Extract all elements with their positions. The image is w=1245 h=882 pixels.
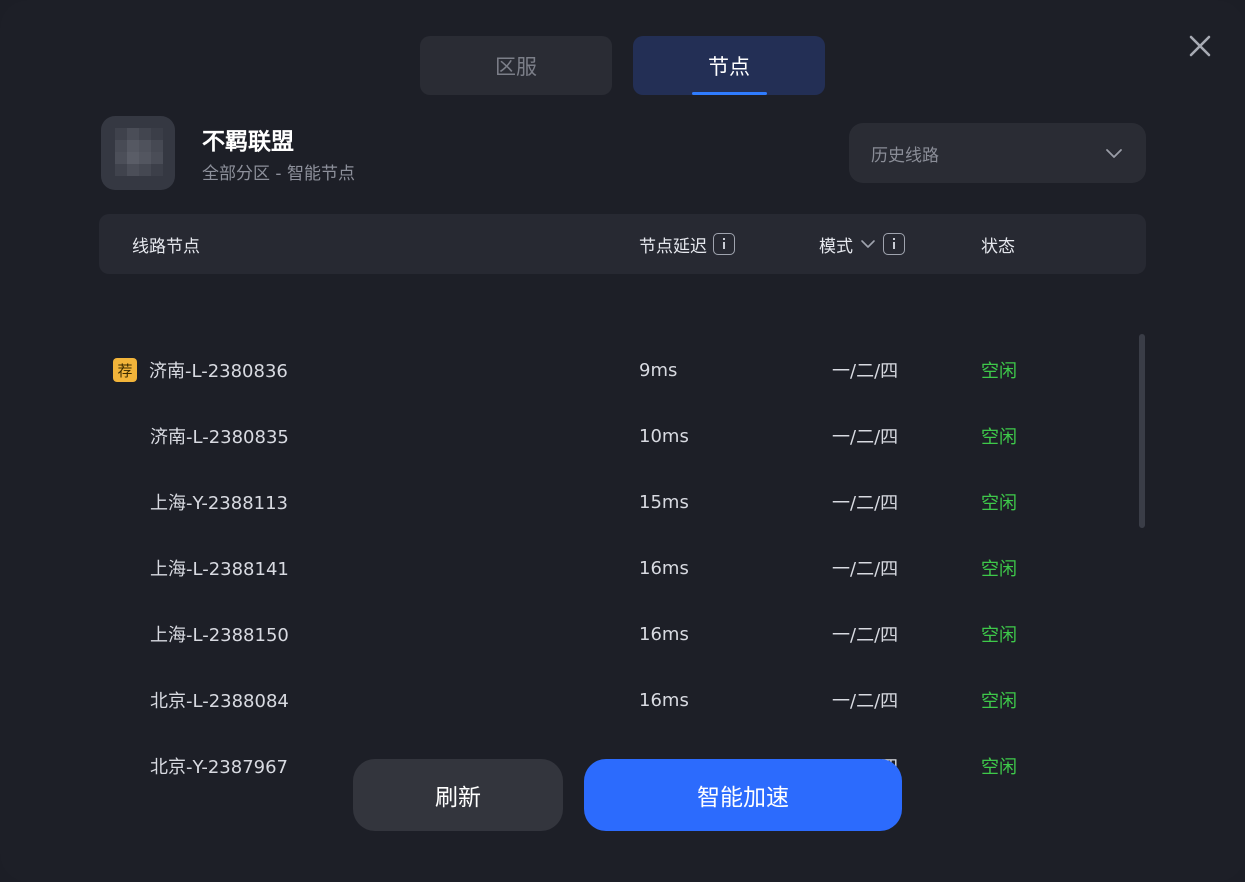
latency-cell: 9ms: [639, 359, 678, 381]
refresh-button[interactable]: 刷新: [353, 759, 563, 831]
table-row[interactable]: 上海-L-2388141 16ms 一/二/四 空闲: [99, 535, 1129, 601]
node-select-dialog: 区服 节点 不羁联盟 全部分区 - 智能节点 历史线路 线路节点 节点延迟 模式…: [0, 0, 1245, 882]
table-row[interactable]: 荐 济南-L-2380836 9ms 一/二/四 空闲: [99, 337, 1129, 403]
header-mode[interactable]: 模式: [819, 214, 905, 274]
history-route-label: 历史线路: [871, 145, 939, 166]
tab-node-label: 节点: [708, 54, 750, 79]
table-row[interactable]: 上海-Y-2388113 15ms 一/二/四 空闲: [99, 469, 1129, 535]
latency-cell: 15ms: [639, 491, 689, 513]
smart-accelerate-button-label: 智能加速: [697, 785, 789, 811]
game-icon: [101, 116, 175, 190]
mode-cell: 一/二/四: [832, 625, 899, 646]
mode-cell: 一/二/四: [832, 493, 899, 514]
node-name: 上海-L-2388141: [150, 559, 289, 580]
status-cell: 空闲: [981, 427, 1017, 448]
header-latency: 节点延迟: [639, 214, 735, 274]
latency-cell: 16ms: [639, 623, 689, 645]
tab-server-zone[interactable]: 区服: [420, 36, 612, 95]
node-cell: 荐 济南-L-2380836: [113, 337, 288, 403]
game-title: 不羁联盟: [202, 129, 294, 155]
node-name: 上海-L-2388150: [150, 625, 289, 646]
latency-info-icon[interactable]: [713, 233, 735, 255]
status-cell: 空闲: [981, 361, 1017, 382]
mode-sort-chevron-icon[interactable]: [859, 235, 877, 253]
recommend-badge: 荐: [113, 358, 137, 382]
table-row[interactable]: 济南-L-2380835 10ms 一/二/四 空闲: [99, 403, 1129, 469]
header-status: 状态: [981, 214, 1015, 274]
header-node: 线路节点: [132, 214, 200, 274]
latency-cell: 16ms: [639, 557, 689, 579]
status-cell: 空闲: [981, 493, 1017, 514]
mode-info-icon[interactable]: [883, 233, 905, 255]
chevron-down-icon: [1106, 149, 1122, 158]
table-body: 荐 济南-L-2380836 9ms 一/二/四 空闲 济南-L-2380835…: [99, 274, 1146, 778]
status-cell: 空闲: [981, 559, 1017, 580]
header-status-label: 状态: [981, 236, 1015, 257]
header-mode-label: 模式: [819, 236, 853, 257]
mode-cell: 一/二/四: [832, 361, 899, 382]
close-button[interactable]: [1184, 30, 1216, 62]
history-route-select[interactable]: 历史线路: [849, 123, 1146, 183]
header-node-label: 线路节点: [132, 236, 200, 257]
mode-cell: 一/二/四: [832, 691, 899, 712]
header-latency-label: 节点延迟: [639, 236, 707, 257]
node-name: 北京-L-2388084: [150, 691, 289, 712]
table-scrollbar[interactable]: [1139, 334, 1145, 528]
table-header: 线路节点 节点延迟 模式 状态: [99, 214, 1146, 274]
tab-bar: 区服 节点: [420, 36, 825, 95]
table-row[interactable]: 上海-L-2388150 16ms 一/二/四 空闲: [99, 601, 1129, 667]
latency-cell: 10ms: [639, 425, 689, 447]
tab-node[interactable]: 节点: [633, 36, 825, 95]
node-name: 上海-Y-2388113: [150, 493, 289, 514]
status-cell: 空闲: [981, 691, 1017, 712]
smart-accelerate-button[interactable]: 智能加速: [584, 759, 902, 831]
mode-cell: 一/二/四: [832, 427, 899, 448]
status-cell: 空闲: [981, 625, 1017, 646]
game-subtitle: 全部分区 - 智能节点: [202, 164, 355, 184]
latency-cell: 16ms: [639, 689, 689, 711]
status-cell: 空闲: [981, 757, 1017, 778]
table-row[interactable]: 北京-L-2388084 16ms 一/二/四 空闲: [99, 667, 1129, 733]
node-table: 线路节点 节点延迟 模式 状态 荐 济南-L-2380836 9ms 一/二/四…: [99, 214, 1146, 778]
node-name: 北京-Y-2387967: [150, 757, 289, 778]
tab-server-zone-label: 区服: [495, 54, 537, 79]
refresh-button-label: 刷新: [435, 785, 481, 811]
active-tab-indicator: [692, 92, 767, 95]
mode-cell: 一/二/四: [832, 559, 899, 580]
node-name: 济南-L-2380836: [149, 361, 288, 382]
node-name: 济南-L-2380835: [150, 427, 289, 448]
close-icon: [1189, 35, 1211, 57]
